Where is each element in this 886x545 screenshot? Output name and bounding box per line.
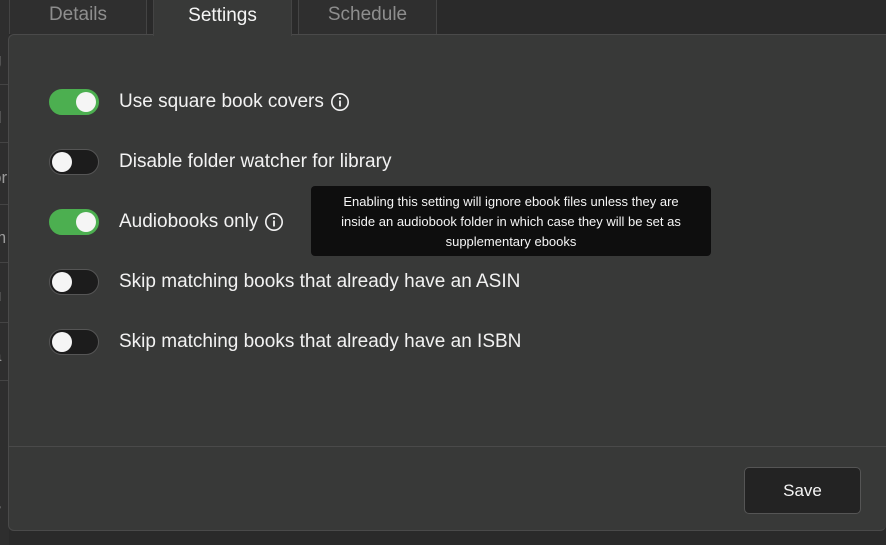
tab-settings[interactable]: Settings bbox=[153, 0, 292, 36]
toggle-knob bbox=[76, 212, 96, 232]
setting-row-disable-watcher: Disable folder watcher for library bbox=[49, 147, 391, 177]
info-circle-icon[interactable] bbox=[264, 212, 284, 232]
background-text-fragment: m bbox=[0, 228, 6, 248]
background-text-fragment: g bbox=[0, 50, 1, 70]
save-button[interactable]: Save bbox=[744, 467, 861, 514]
setting-label: Disable folder watcher for library bbox=[119, 151, 392, 172]
setting-label: Use square book covers bbox=[119, 91, 324, 112]
skip-asin-toggle[interactable] bbox=[49, 269, 99, 295]
footer-divider bbox=[9, 446, 886, 447]
settings-panel: Use square book covers Disable folder wa… bbox=[8, 34, 886, 531]
toggle-knob bbox=[52, 332, 72, 352]
tooltip-line: supplementary ebooks bbox=[445, 234, 577, 249]
square-covers-toggle[interactable] bbox=[49, 89, 99, 115]
tab-details[interactable]: Details bbox=[9, 0, 147, 34]
toggle-knob bbox=[52, 152, 72, 172]
tab-schedule[interactable]: Schedule bbox=[298, 0, 437, 34]
audiobooks-only-tooltip: Enabling this setting will ignore ebook … bbox=[311, 186, 711, 256]
setting-row-skip-isbn: Skip matching books that already have an… bbox=[49, 327, 521, 357]
background-text-fragment: w bbox=[0, 502, 1, 516]
toggle-knob bbox=[76, 92, 96, 112]
disable-watcher-toggle[interactable] bbox=[49, 149, 99, 175]
skip-isbn-toggle[interactable] bbox=[49, 329, 99, 355]
setting-label: Audiobooks only bbox=[119, 211, 259, 232]
setting-row-square-covers: Use square book covers bbox=[49, 87, 350, 117]
audiobooks-only-toggle[interactable] bbox=[49, 209, 99, 235]
background-text-fragment: u bbox=[0, 286, 1, 306]
background-text-fragment: or bbox=[0, 168, 8, 187]
info-circle-icon[interactable] bbox=[330, 92, 350, 112]
tooltip-line: Enabling this setting will ignore ebook … bbox=[343, 194, 679, 209]
tooltip-line: inside an audiobook folder in which case… bbox=[341, 214, 681, 229]
background-text-fragment: d bbox=[0, 108, 1, 128]
background-text-fragment: c bbox=[0, 404, 1, 424]
setting-row-skip-asin: Skip matching books that already have an… bbox=[49, 267, 520, 297]
setting-label: Skip matching books that already have an… bbox=[119, 271, 521, 292]
background-text-fragment: a bbox=[0, 346, 1, 366]
setting-row-audiobooks-only: Audiobooks only bbox=[49, 207, 284, 237]
toggle-knob bbox=[52, 272, 72, 292]
setting-label: Skip matching books that already have an… bbox=[119, 331, 522, 352]
